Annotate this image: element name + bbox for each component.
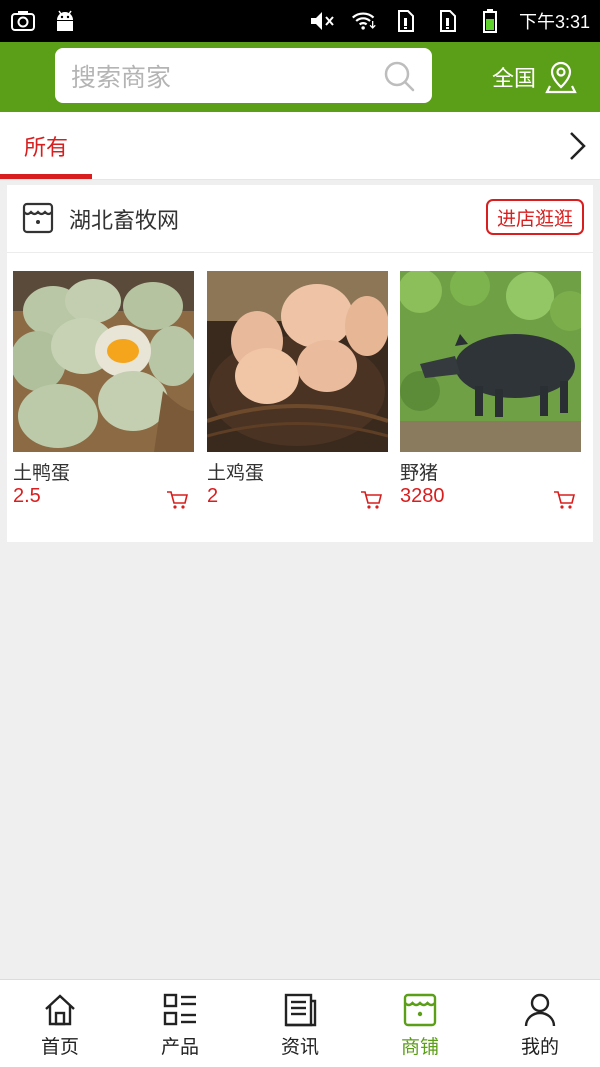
product-name: 土鸡蛋: [207, 462, 265, 484]
wild-boar-image[interactable]: [400, 271, 581, 452]
enter-shop-button[interactable]: 进店逛逛: [486, 199, 584, 235]
status-time: 下午3:31: [518, 12, 590, 32]
list-icon: [163, 993, 196, 1026]
android-icon: [52, 8, 78, 34]
product-name: 野猪: [400, 462, 439, 484]
search-icon[interactable]: [382, 59, 416, 93]
region-label: 全国: [492, 67, 537, 92]
tab-active-indicator: [0, 174, 92, 179]
tab-all[interactable]: 所有: [0, 112, 92, 180]
status-right: 下午3:31: [309, 8, 590, 34]
screenshot-icon: [10, 8, 36, 34]
shop-name: 湖北畜牧网: [69, 209, 180, 234]
store-icon: [22, 202, 54, 234]
nav-label: 商铺: [400, 1036, 439, 1058]
battery-icon: [477, 8, 503, 34]
nav-item-home[interactable]: 首页: [0, 980, 120, 1067]
status-left: [10, 8, 78, 34]
nav-label: 产品: [160, 1036, 199, 1058]
user-icon: [524, 993, 556, 1027]
tab-all-label: 所有: [23, 136, 68, 161]
product-price-row: 2: [207, 485, 388, 515]
cart-icon[interactable]: [166, 489, 188, 511]
product-price-row: 3280: [400, 485, 581, 515]
status-bar: 下午3:31: [0, 0, 600, 42]
region-selector[interactable]: 全国: [492, 60, 578, 94]
cart-icon[interactable]: [360, 489, 382, 511]
shop-card: 湖北畜牧网 进店逛逛 土鸭蛋 2.5 土鸡蛋 2 野猪 3280: [7, 185, 593, 542]
product-price: 3280: [400, 485, 445, 507]
category-tabs: 所有: [0, 112, 600, 180]
product-list: 土鸭蛋 2.5 土鸡蛋 2 野猪 3280: [7, 271, 593, 511]
nav-item-shops[interactable]: 商铺: [360, 980, 480, 1067]
chevron-right-icon[interactable]: [564, 129, 590, 163]
sim2-icon: [435, 8, 461, 34]
product-price: 2.5: [13, 485, 41, 507]
chicken-eggs-image[interactable]: [207, 271, 388, 452]
nav-label: 首页: [40, 1036, 79, 1058]
nav-label: 资讯: [280, 1036, 319, 1058]
sim1-icon: [393, 8, 419, 34]
wifi-icon: [351, 8, 377, 34]
product-item[interactable]: 土鸭蛋 2.5: [13, 271, 194, 515]
product-item[interactable]: 野猪 3280: [400, 271, 581, 515]
duck-eggs-image[interactable]: [13, 271, 194, 452]
location-icon: [545, 61, 577, 94]
home-icon: [45, 994, 75, 1026]
search-input[interactable]: 搜索商家: [55, 48, 432, 103]
search-placeholder: 搜索商家: [71, 62, 172, 92]
nav-item-news[interactable]: 资讯: [240, 980, 360, 1067]
cart-icon[interactable]: [553, 489, 575, 511]
mute-icon: [309, 8, 335, 34]
news-icon: [284, 993, 317, 1027]
product-name: 土鸭蛋: [13, 462, 71, 484]
product-item[interactable]: 土鸡蛋 2: [207, 271, 388, 515]
product-price-row: 2.5: [13, 485, 194, 515]
store-icon: [403, 993, 437, 1027]
nav-item-me[interactable]: 我的: [480, 980, 600, 1067]
bottom-nav: 首页 产品 资讯 商铺 我的: [0, 979, 600, 1067]
product-price: 2: [207, 485, 219, 507]
shop-header: 湖北畜牧网 进店逛逛: [7, 185, 593, 253]
nav-label: 我的: [520, 1036, 559, 1058]
header: 搜索商家 全国: [0, 42, 600, 112]
nav-item-products[interactable]: 产品: [120, 980, 240, 1067]
